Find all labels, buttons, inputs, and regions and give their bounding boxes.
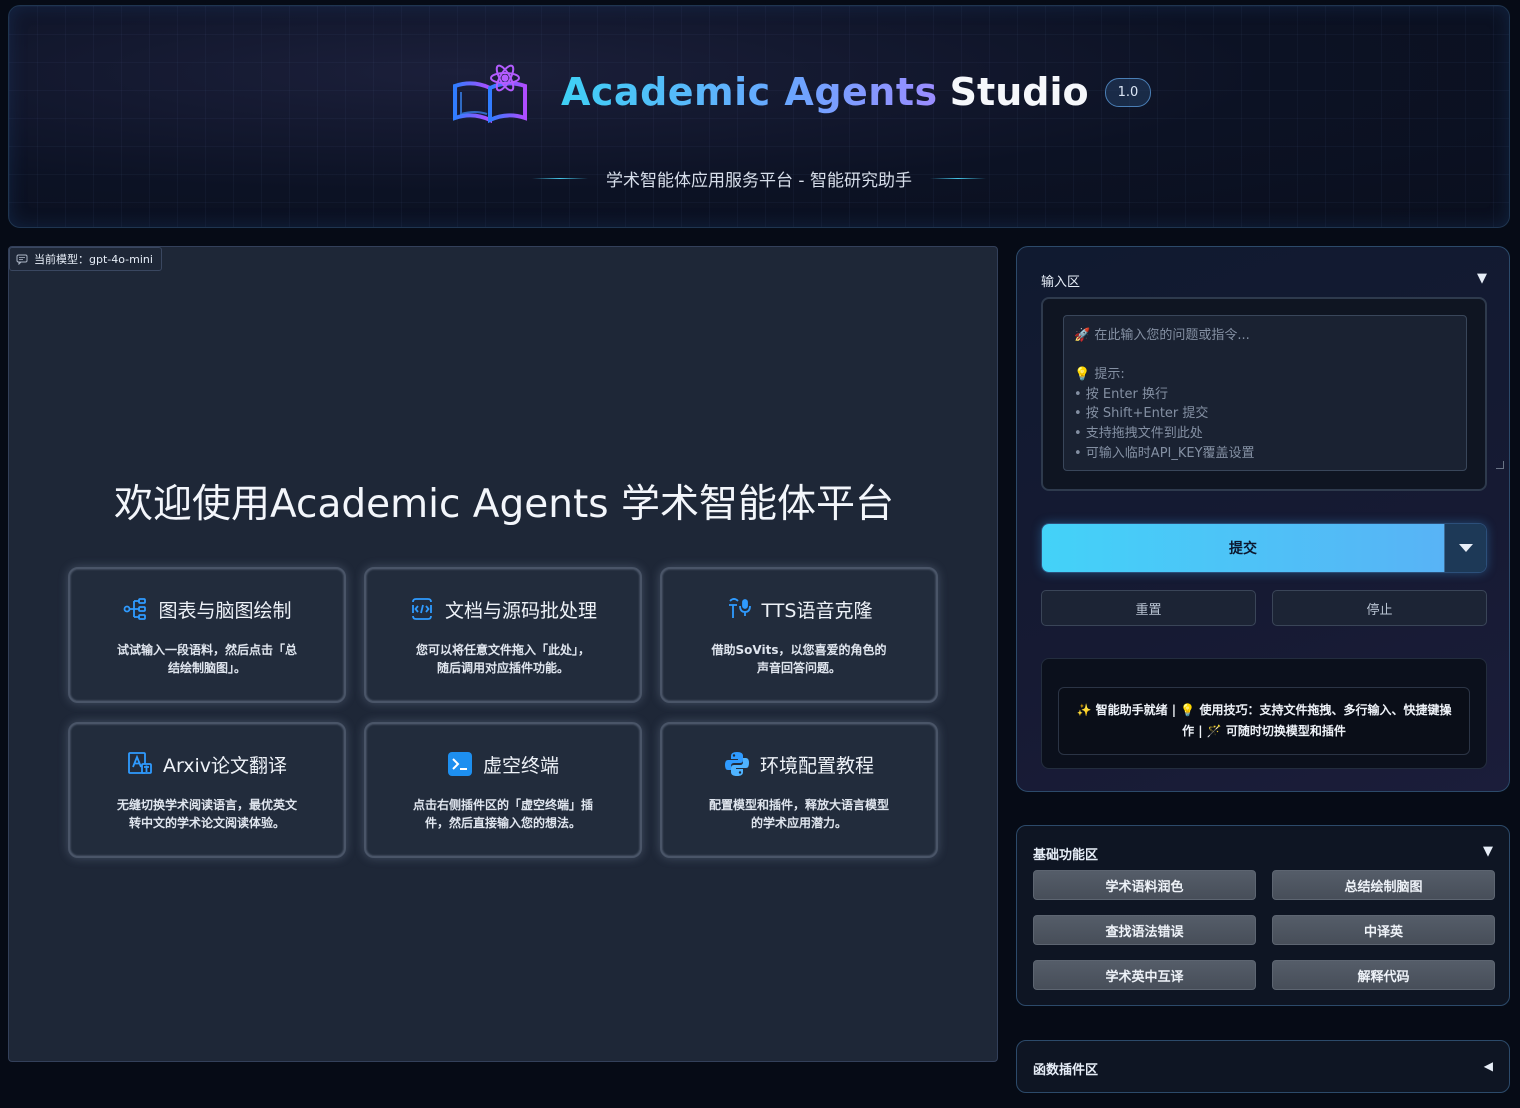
card-description: 配置模型和插件，释放大语言模型的学术应用潜力。: [709, 798, 890, 830]
fn-button-explain-code[interactable]: 解释代码: [1272, 960, 1495, 990]
feature-card-arxiv[interactable]: Arxiv论文翻译 无缝切换学术阅读语言，最优英文转中文的学术论文阅读体验。: [68, 722, 346, 858]
chat-bubble-icon: [16, 254, 28, 265]
card-head: TTS语音克隆: [726, 595, 873, 623]
mindmap-icon: [124, 598, 147, 620]
card-head: 文档与源码批处理: [409, 595, 597, 623]
fn-button-en-zh[interactable]: 学术英中互译: [1033, 960, 1256, 990]
subtitle-divider-right: [929, 178, 986, 179]
document-code-icon: [412, 598, 432, 620]
card-title: 文档与源码批处理: [444, 599, 597, 622]
card-description: 借助SoVits，以您喜爱的角色的声音回答问题。: [711, 643, 887, 675]
fn-button-grammar[interactable]: 查找语法错误: [1033, 915, 1256, 945]
header-banner: Academic Agents Studio 1.0 学术智能体应用服务平台 -…: [8, 5, 1510, 228]
feature-card-tts[interactable]: TTS语音克隆 借助SoVits，以您喜爱的角色的声音回答问题。: [660, 567, 938, 703]
input-panel: 输入区 ▼ 🚀 在此输入您的问题或指令... 💡 提示: • 按 Enter 换…: [1016, 246, 1510, 792]
card-description: 无缝切换学术阅读语言，最优英文转中文的学术论文阅读体验。: [117, 798, 298, 830]
app-subtitle: 学术智能体应用服务平台 - 智能研究助手: [606, 171, 912, 191]
feature-cards: 图表与脑图绘制 试试输入一段语料，然后点击「总结绘制脑图」。 文档与源码批处理 …: [68, 567, 938, 858]
input-panel-collapse-toggle[interactable]: ▼: [1477, 271, 1487, 286]
subtitle-row: 学术智能体应用服务平台 - 智能研究助手: [9, 166, 1509, 191]
textarea-container: 🚀 在此输入您的问题或指令... 💡 提示: • 按 Enter 换行 • 按 …: [1041, 297, 1504, 491]
basic-functions-panel: 基础功能区 ▼ 学术语料润色 总结绘制脑图 查找语法错误 中译英 学术英中互译 …: [1016, 825, 1510, 1006]
fn-button-mindmap[interactable]: 总结绘制脑图: [1272, 870, 1495, 900]
feature-card-env[interactable]: 环境配置教程 配置模型和插件，释放大语言模型的学术应用潜力。: [660, 722, 938, 858]
prompt-input[interactable]: 🚀 在此输入您的问题或指令... 💡 提示: • 按 Enter 换行 • 按 …: [1063, 315, 1467, 471]
card-head: 环境配置教程: [724, 750, 874, 778]
textarea-resize-handle[interactable]: [1496, 461, 1504, 469]
stop-button[interactable]: 停止: [1272, 590, 1487, 626]
book-atom-logo-icon: [453, 64, 527, 124]
status-message: ✨ 智能助手就绪 | 💡 使用技巧：支持文件拖拽、多行输入、快捷键操作 | 🪄 …: [1058, 687, 1470, 755]
card-head: 图表与脑图绘制: [122, 595, 292, 623]
basic-panel-label: 基础功能区: [1033, 848, 1099, 863]
title-row: Academic Agents Studio 1.0: [449, 52, 1152, 132]
feature-card-terminal[interactable]: 虚空终端 点击右侧插件区的「虚空终端」插件，然后直接输入您的想法。: [364, 722, 642, 858]
card-title: Arxiv论文翻译: [162, 754, 288, 777]
reset-button[interactable]: 重置: [1041, 590, 1256, 626]
chevron-down-icon: [1458, 544, 1473, 552]
plugin-panel: 函数插件区 ◀: [1016, 1040, 1510, 1093]
card-title: 图表与脑图绘制: [158, 599, 292, 622]
card-title: 虚空终端: [482, 754, 559, 777]
status-container: ✨ 智能助手就绪 | 💡 使用技巧：支持文件拖拽、多行输入、快捷键操作 | 🪄 …: [1041, 658, 1487, 769]
terminal-icon: [447, 752, 472, 776]
welcome-heading: 欢迎使用Academic Agents 学术智能体平台: [114, 482, 894, 527]
card-head: 虚空终端: [447, 750, 559, 778]
card-head: Arxiv论文翻译: [127, 750, 287, 778]
input-panel-label: 输入区: [1041, 275, 1081, 290]
feature-card-batch[interactable]: 文档与源码批处理 您可以将任意文件拖入「此处」，随后调用对应插件功能。: [364, 567, 642, 703]
tts-voice-icon: [728, 598, 751, 618]
version-badge: 1.0: [1104, 77, 1152, 107]
app-title-primary: Academic Agents: [561, 70, 938, 114]
card-description: 点击右侧插件区的「虚空终端」插件，然后直接输入您的想法。: [413, 798, 594, 830]
card-title: 环境配置教程: [759, 754, 874, 777]
app-title-secondary: Studio: [949, 70, 1089, 114]
model-tag: 当前模型：gpt-4o-mini: [9, 247, 162, 271]
submit-group: 提交: [1041, 523, 1487, 573]
translate-icon: [128, 752, 152, 774]
plugin-panel-expand-toggle[interactable]: ◀: [1484, 1059, 1493, 1073]
python-icon: [724, 752, 749, 776]
submit-button[interactable]: 提交: [1042, 524, 1444, 572]
fn-button-zh-en[interactable]: 中译英: [1272, 915, 1495, 945]
card-description: 您可以将任意文件拖入「此处」，随后调用对应插件功能。: [415, 643, 590, 675]
feature-card-mindmap[interactable]: 图表与脑图绘制 试试输入一段语料，然后点击「总结绘制脑图」。: [68, 567, 346, 703]
basic-panel-collapse-toggle[interactable]: ▼: [1483, 844, 1493, 859]
card-description: 试试输入一段语料，然后点击「总结绘制脑图」。: [117, 643, 298, 675]
card-title: TTS语音克隆: [761, 599, 873, 622]
model-tag-label: 当前模型：gpt-4o-mini: [34, 253, 153, 266]
plugin-panel-label: 函数插件区: [1033, 1063, 1099, 1078]
submit-dropdown-button[interactable]: [1444, 524, 1486, 572]
fn-button-polish[interactable]: 学术语料润色: [1033, 870, 1256, 900]
app-root: Academic Agents Studio 1.0 学术智能体应用服务平台 -…: [0, 0, 1520, 1108]
chat-panel[interactable]: 当前模型：gpt-4o-mini 欢迎使用Academic Agents 学术智…: [8, 246, 998, 1062]
subtitle-divider-left: [532, 178, 589, 179]
